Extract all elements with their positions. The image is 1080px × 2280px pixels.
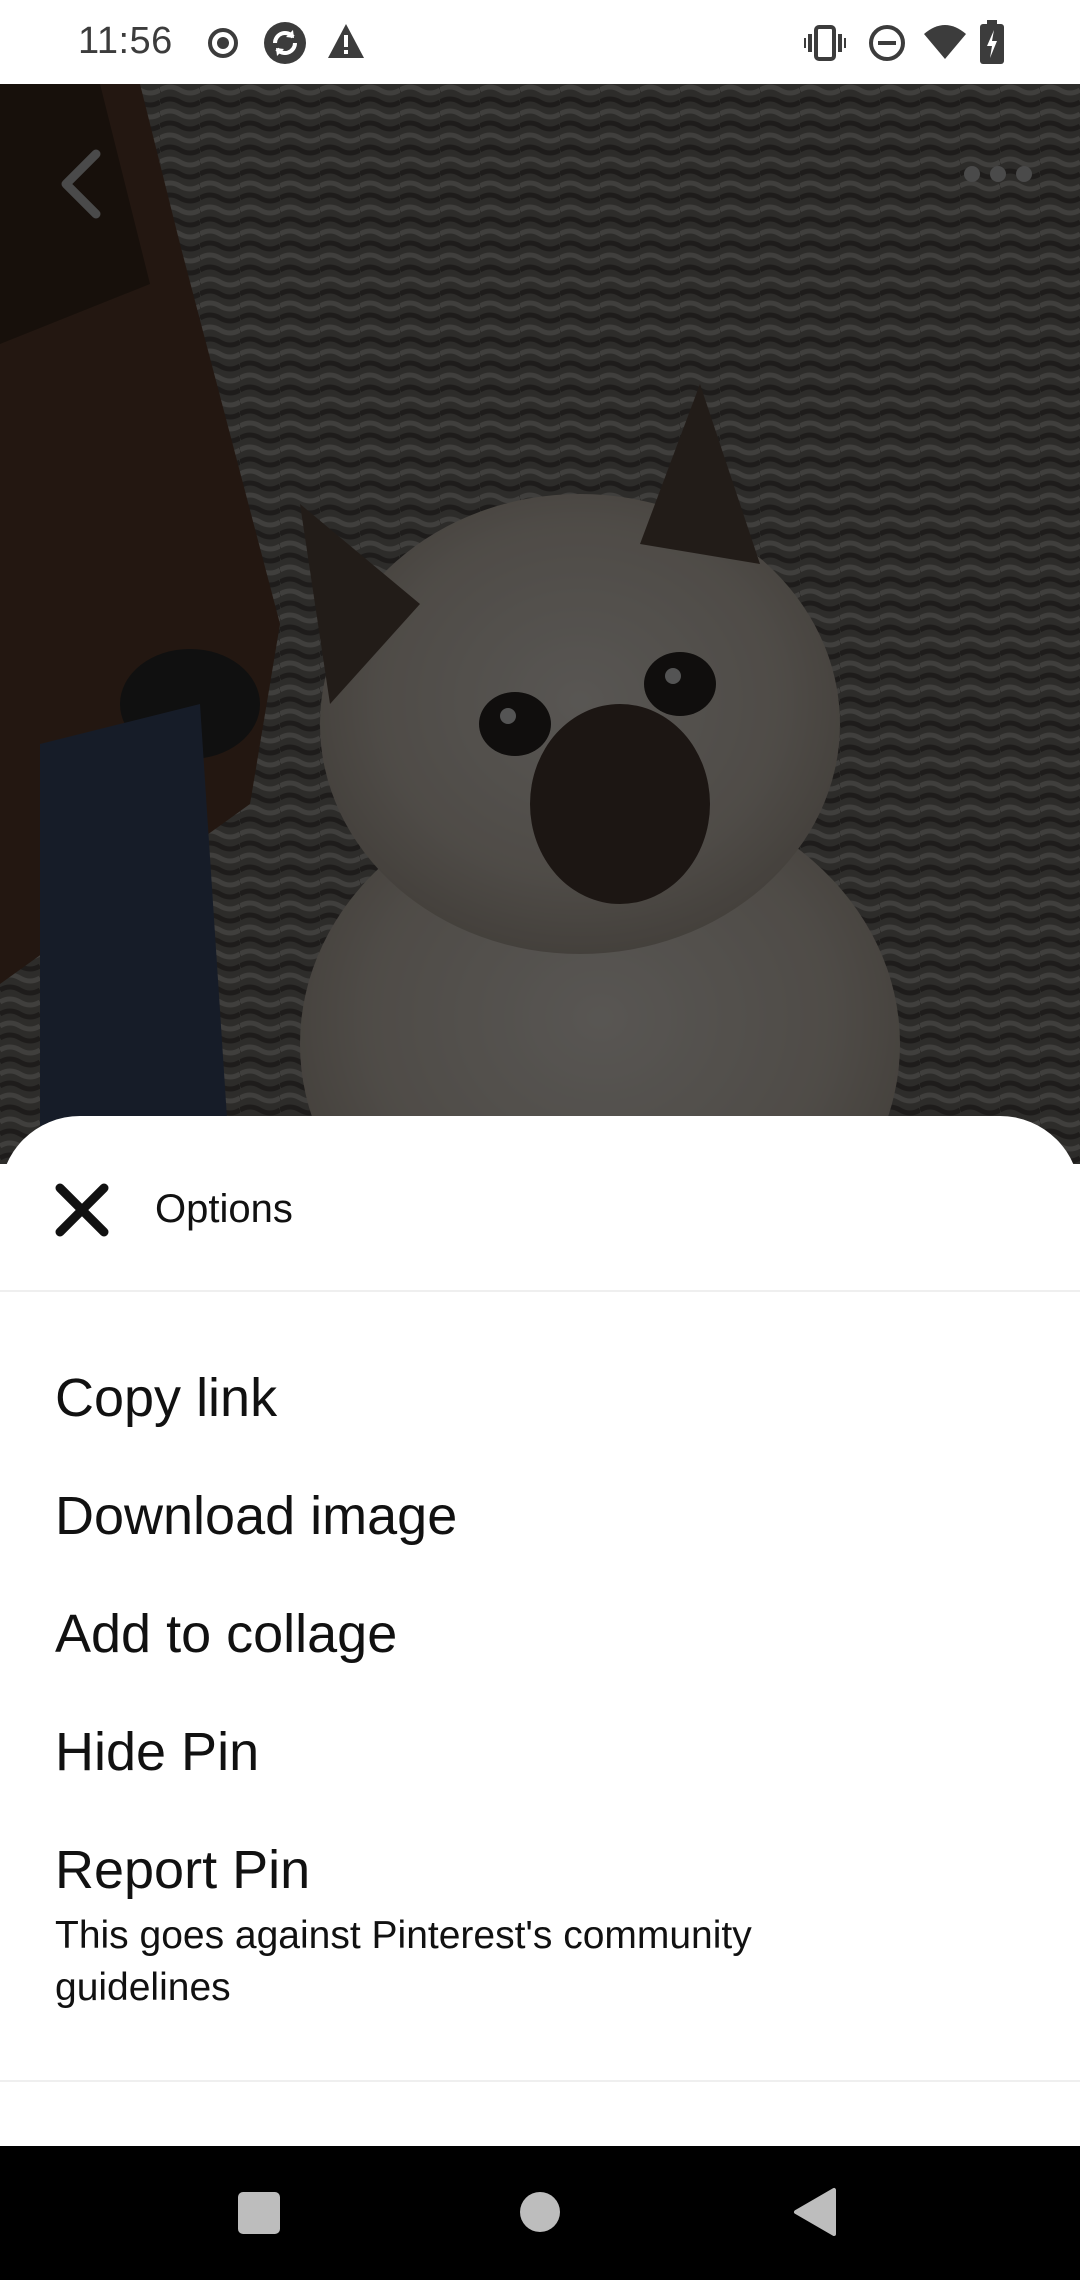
options-sheet: Options Copy link Download image Add to …: [0, 1116, 1080, 2146]
close-button[interactable]: [50, 1178, 114, 1242]
record-icon: [206, 26, 240, 65]
circle-icon: [518, 2192, 562, 2238]
triangle-back-icon: [792, 2188, 838, 2242]
warning-icon: [326, 22, 366, 65]
sheet-header: Options: [0, 1116, 1080, 1292]
option-hide-pin[interactable]: Hide Pin: [55, 1716, 1025, 1788]
do-not-disturb-icon: [868, 24, 906, 67]
option-label: Download image: [55, 1486, 458, 1546]
option-copy-link[interactable]: Copy link: [55, 1362, 1025, 1434]
status-bar: 11:56: [0, 0, 1080, 84]
option-label: Copy link: [55, 1368, 278, 1428]
option-sublabel: This goes against Pinterest's community …: [55, 1914, 752, 2009]
more-horizontal-icon: [960, 166, 1036, 198]
chevron-left-icon: [52, 149, 108, 228]
battery-charging-icon: [980, 20, 1004, 69]
more-button[interactable]: [960, 154, 1036, 194]
option-add-to-collage[interactable]: Add to collage: [55, 1598, 1025, 1670]
wifi-icon: [922, 24, 968, 65]
option-label: Report Pin: [55, 1840, 311, 1900]
back-button[interactable]: [52, 144, 108, 224]
sheet-title: Options: [155, 1187, 293, 1231]
sync-icon: [262, 20, 308, 71]
square-icon: [236, 2192, 282, 2240]
option-download-image[interactable]: Download image: [55, 1480, 1025, 1552]
option-label: Hide Pin: [55, 1722, 260, 1782]
recents-button[interactable]: [236, 2190, 282, 2241]
navigation-bar: [0, 2146, 1080, 2280]
home-button[interactable]: [518, 2190, 562, 2239]
sheet-scrim[interactable]: [0, 84, 1080, 1164]
screen: 11:56 Options Copy link Download image A…: [0, 0, 1080, 2280]
status-time: 11:56: [78, 20, 173, 62]
option-report-pin[interactable]: Report Pin This goes against Pinterest's…: [55, 1834, 1025, 2014]
close-icon: [50, 1183, 114, 1246]
divider: [0, 2080, 1080, 2082]
vibrate-icon: [804, 24, 846, 67]
pin-image-area: [0, 84, 1080, 1164]
nav-back-button[interactable]: [792, 2186, 838, 2243]
option-label: Add to collage: [55, 1604, 398, 1664]
